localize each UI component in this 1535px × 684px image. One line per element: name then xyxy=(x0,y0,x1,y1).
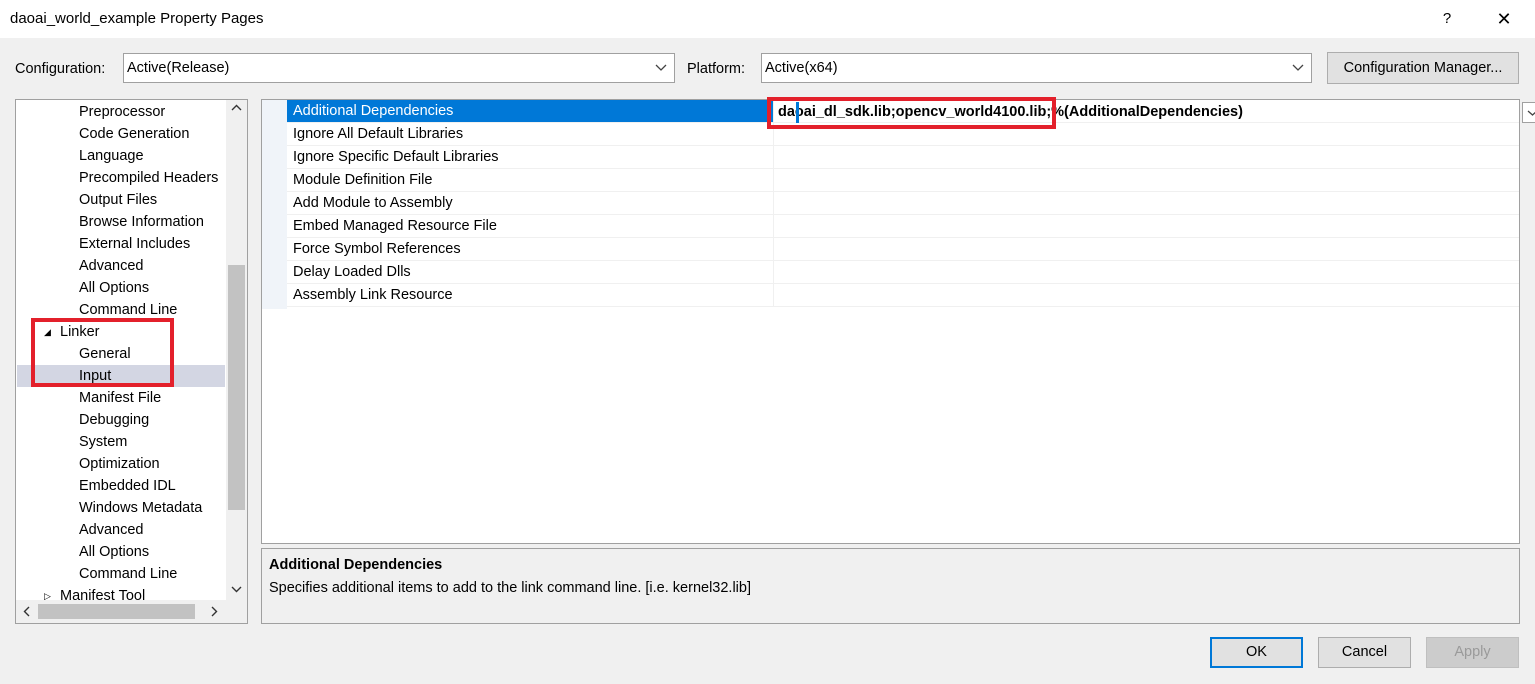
configuration-dropdown[interactable]: Active(Release) xyxy=(123,53,675,83)
tree-item-optimization[interactable]: Optimization xyxy=(17,453,225,475)
property-name[interactable]: Add Module to Assembly xyxy=(287,192,774,214)
apply-button[interactable]: Apply xyxy=(1426,637,1519,668)
cancel-button[interactable]: Cancel xyxy=(1318,637,1411,668)
tree-item-label: Code Generation xyxy=(79,126,190,142)
tree-item-label: Debugging xyxy=(79,412,150,428)
scroll-up-icon[interactable] xyxy=(231,103,242,116)
property-row[interactable]: Add Module to Assembly xyxy=(287,192,1519,215)
tree-item-label: Browse Information xyxy=(79,214,204,230)
platform-value: Active(x64) xyxy=(765,60,838,76)
description-title: Additional Dependencies xyxy=(269,557,443,573)
configuration-label: Configuration: xyxy=(15,61,106,77)
tree-vertical-scrollbar[interactable] xyxy=(226,100,247,600)
tree-item-all-options[interactable]: All Options xyxy=(17,277,225,299)
tree-item-advanced[interactable]: Advanced xyxy=(17,519,225,541)
property-value[interactable] xyxy=(774,261,778,283)
property-name[interactable]: Ignore Specific Default Libraries xyxy=(287,146,774,168)
property-row[interactable]: Ignore Specific Default Libraries xyxy=(287,146,1519,169)
dependencies-highlight xyxy=(767,97,1056,129)
tree-scroll-thumb[interactable] xyxy=(228,265,245,510)
tree-item-label: All Options xyxy=(79,280,150,296)
property-row[interactable]: Delay Loaded Dlls xyxy=(287,261,1519,284)
tree-item-label: Advanced xyxy=(79,522,144,538)
close-button[interactable]: ✕ xyxy=(1486,4,1522,34)
property-row[interactable]: Assembly Link Resource xyxy=(287,284,1519,307)
property-name[interactable]: Additional Dependencies xyxy=(287,100,774,122)
tree-item-label: Preprocessor xyxy=(79,104,166,120)
property-name[interactable]: Assembly Link Resource xyxy=(287,284,774,306)
chevron-down-icon xyxy=(1527,110,1535,116)
tree-item-advanced[interactable]: Advanced xyxy=(17,255,225,277)
property-value[interactable] xyxy=(774,284,778,306)
tree-item-label: Manifest File xyxy=(79,390,162,406)
tree-item-label: Windows Metadata xyxy=(79,500,203,516)
chevron-down-icon xyxy=(1292,64,1304,71)
property-value[interactable] xyxy=(774,146,778,168)
property-row[interactable]: Embed Managed Resource File xyxy=(287,215,1519,238)
tree-item-label: Embedded IDL xyxy=(79,478,176,494)
tree-item-label: System xyxy=(79,434,128,450)
property-name[interactable]: Module Definition File xyxy=(287,169,774,191)
tree-item-system[interactable]: System xyxy=(17,431,225,453)
property-value[interactable] xyxy=(774,192,778,214)
property-name[interactable]: Embed Managed Resource File xyxy=(287,215,774,237)
tree-item-label: Advanced xyxy=(79,258,144,274)
chevron-down-icon xyxy=(655,64,667,71)
window-title: daoai_world_example Property Pages xyxy=(10,10,264,27)
property-name[interactable]: Ignore All Default Libraries xyxy=(287,123,774,145)
platform-dropdown[interactable]: Active(x64) xyxy=(761,53,1312,83)
scroll-left-icon[interactable] xyxy=(22,606,32,620)
property-name[interactable]: Delay Loaded Dlls xyxy=(287,261,774,283)
scroll-right-icon[interactable] xyxy=(209,606,219,620)
property-row[interactable]: Module Definition File xyxy=(287,169,1519,192)
configuration-manager-button[interactable]: Configuration Manager... xyxy=(1327,52,1519,84)
tree-item-all-options[interactable]: All Options xyxy=(17,541,225,563)
tree-item-language[interactable]: Language xyxy=(17,145,225,167)
property-name[interactable]: Force Symbol References xyxy=(287,238,774,260)
platform-label: Platform: xyxy=(687,61,746,77)
tree-item-label: All Options xyxy=(79,544,150,560)
property-row[interactable]: Force Symbol References xyxy=(287,238,1519,261)
scroll-down-icon[interactable] xyxy=(231,584,242,597)
tree-item-windows-metadata[interactable]: Windows Metadata xyxy=(17,497,225,519)
tree-item-external-includes[interactable]: External Includes xyxy=(17,233,225,255)
configuration-value: Active(Release) xyxy=(127,60,230,76)
ok-button[interactable]: OK xyxy=(1210,637,1303,668)
grid-gutter xyxy=(262,100,287,309)
tree-item-browse-information[interactable]: Browse Information xyxy=(17,211,225,233)
property-grid: Additional Dependencies daoai_dl_sdk.lib;… xyxy=(261,99,1535,544)
tree-item-debugging[interactable]: Debugging xyxy=(17,409,225,431)
tree-item-label: Precompiled Headers xyxy=(79,170,219,186)
help-button[interactable]: ? xyxy=(1430,4,1464,34)
tree-item-label: Output Files xyxy=(79,192,158,208)
property-value[interactable] xyxy=(774,215,778,237)
property-value[interactable] xyxy=(774,169,778,191)
tree-horizontal-scrollbar[interactable] xyxy=(16,600,247,623)
tree-item-label: Command Line xyxy=(79,566,178,582)
tree-item-output-files[interactable]: Output Files xyxy=(17,189,225,211)
tree-item-label: Optimization xyxy=(79,456,160,472)
tree-item-preprocessor[interactable]: Preprocessor xyxy=(17,101,225,123)
tree-item-manifest-file[interactable]: Manifest File xyxy=(17,387,225,409)
tree-item-command-line[interactable]: Command Line xyxy=(17,563,225,585)
tree-item-code-generation[interactable]: Code Generation xyxy=(17,123,225,145)
property-value[interactable] xyxy=(774,238,778,260)
tree-item-label: Language xyxy=(79,148,144,164)
title-bar: daoai_world_example Property Pages ? ✕ xyxy=(0,0,1535,38)
value-dropdown-button[interactable] xyxy=(1522,102,1535,123)
tree-item-label: External Includes xyxy=(79,236,191,252)
description-panel: Additional Dependencies Specifies additi… xyxy=(261,548,1520,624)
tree-hscroll-thumb[interactable] xyxy=(38,604,195,619)
linker-input-highlight xyxy=(31,318,174,387)
description-text: Specifies additional items to add to the… xyxy=(269,580,751,596)
tree-item-embedded-idl[interactable]: Embedded IDL xyxy=(17,475,225,497)
tree-item-precompiled-headers[interactable]: Precompiled Headers xyxy=(17,167,225,189)
